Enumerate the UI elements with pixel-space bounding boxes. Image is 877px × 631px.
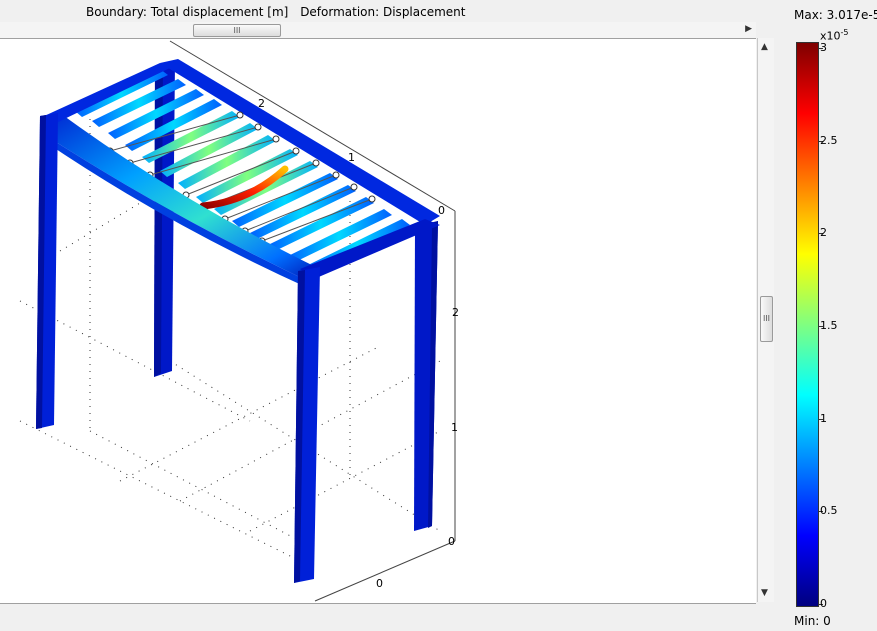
vertical-scroll-thumb[interactable]: III bbox=[760, 296, 773, 342]
legend-max-label: Max: 3.017e-5 bbox=[794, 8, 877, 22]
deformation-label: Deformation: Displacement bbox=[300, 5, 466, 19]
plot-title: Boundary: Total displacement [m] Deforma… bbox=[86, 5, 473, 19]
legend-exponent-power: -5 bbox=[840, 28, 849, 37]
tick-depth-0: 0 bbox=[438, 204, 445, 217]
boundary-label: Boundary: Total displacement [m] bbox=[86, 5, 289, 19]
graphics-viewport[interactable]: 2 1 0 2 1 0 0 bbox=[0, 38, 756, 604]
tick-front-0: 0 bbox=[376, 577, 383, 590]
color-legend-bar bbox=[796, 42, 819, 607]
legend-tick-label: 2 bbox=[820, 226, 827, 240]
model-render: 2 1 0 2 1 0 0 bbox=[19, 40, 459, 602]
legend-min-label: Min: 0 bbox=[794, 614, 831, 628]
scroll-down-arrow-icon[interactable]: ▼ bbox=[761, 588, 768, 598]
tick-vertical-0: 0 bbox=[448, 535, 455, 548]
horizontal-scrollbar[interactable]: III ▶ bbox=[0, 22, 756, 39]
legend-tick-label: 0.5 bbox=[820, 504, 838, 518]
vertical-scrollbar[interactable]: ▲ III ▼ bbox=[757, 38, 774, 602]
legend-tick-label: 2.5 bbox=[820, 133, 838, 147]
tick-vertical-1: 1 bbox=[451, 421, 458, 434]
tick-vertical-2: 2 bbox=[452, 306, 459, 319]
horizontal-scroll-thumb[interactable]: III bbox=[193, 24, 281, 37]
legend-tick-label: 0 bbox=[820, 597, 827, 610]
legend-tick-label: 3 bbox=[820, 41, 827, 54]
scroll-right-arrow-icon[interactable]: ▶ bbox=[745, 24, 752, 34]
legend-tick-label: 1.5 bbox=[820, 319, 838, 332]
scroll-up-arrow-icon[interactable]: ▲ bbox=[761, 42, 768, 52]
legend-tick-label: 1 bbox=[820, 411, 827, 425]
